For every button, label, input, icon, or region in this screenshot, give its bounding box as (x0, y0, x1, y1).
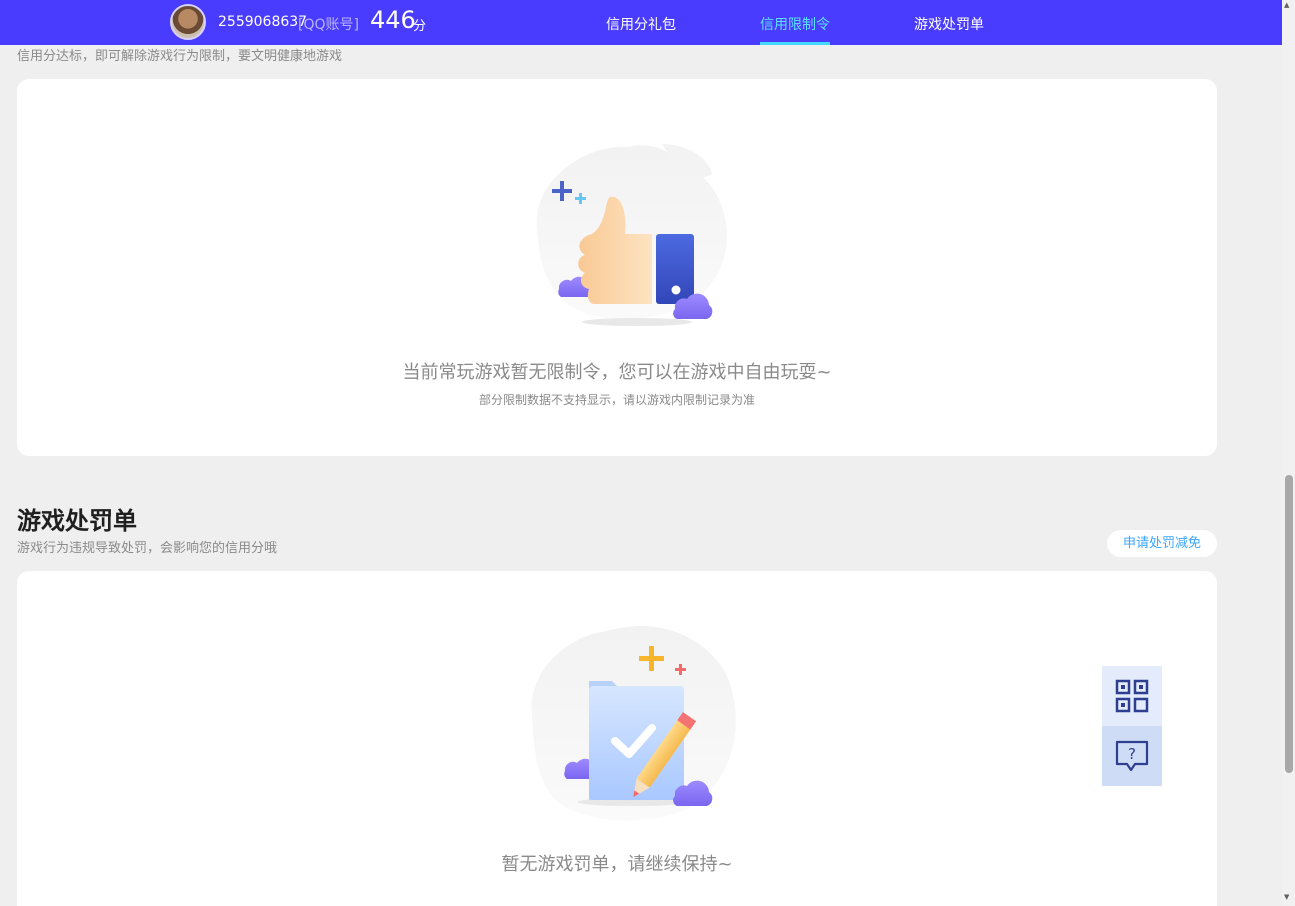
active-tab-indicator (760, 42, 830, 45)
qr-code-icon (1115, 679, 1149, 713)
qr-code-button[interactable] (1102, 666, 1162, 726)
restriction-empty-text: 当前常玩游戏暂无限制令，您可以在游戏中自由玩耍~ (402, 362, 832, 383)
avatar[interactable] (170, 4, 206, 40)
checklist-pencil-icon (531, 626, 736, 821)
scroll-down-arrow-icon[interactable]: ▼ (1284, 893, 1289, 901)
scroll-up-arrow-icon[interactable]: ▲ (1284, 1, 1289, 9)
restriction-subtitle: 信用分达标，即可解除游戏行为限制，要文明健康地游戏 (17, 49, 343, 64)
floating-side-panel: ? (1102, 666, 1162, 786)
account-type: [QQ账号] (298, 17, 359, 33)
credit-score-unit: 分 (413, 19, 427, 34)
nav-game-penalty[interactable]: 游戏处罚单 (914, 14, 984, 34)
scrollbar-thumb[interactable] (1285, 475, 1293, 773)
nav-credit-gift[interactable]: 信用分礼包 (606, 14, 676, 34)
vertical-scrollbar[interactable]: ▲ ▼ (1282, 0, 1295, 906)
svg-text:?: ? (1128, 745, 1136, 763)
penalty-section-title: 游戏处罚单 (17, 507, 137, 535)
penalty-empty-text: 暂无游戏罚单，请继续保持~ (501, 854, 733, 875)
credit-score: 446 (370, 6, 416, 34)
restriction-card: 当前常玩游戏暂无限制令，您可以在游戏中自由玩耍~ 部分限制数据不支持显示，请以游… (17, 79, 1217, 456)
nav-credit-restriction[interactable]: 信用限制令 (760, 14, 830, 34)
help-chat-icon: ? (1115, 740, 1149, 772)
top-navigation-bar: 2559068637 [QQ账号] 446 分 信用分礼包 信用限制令 游戏处罚… (0, 0, 1282, 45)
penalty-card: 暂无游戏罚单，请继续保持~ (17, 571, 1217, 906)
help-button[interactable]: ? (1102, 726, 1162, 786)
thumbs-up-icon (536, 144, 727, 326)
account-id: 2559068637 (218, 14, 308, 30)
restriction-empty-note: 部分限制数据不支持显示，请以游戏内限制记录为准 (478, 393, 755, 407)
apply-penalty-reduction-button[interactable]: 申请处罚减免 (1107, 530, 1217, 557)
penalty-section-subtitle: 游戏行为违规导致处罚，会影响您的信用分哦 (17, 541, 278, 556)
